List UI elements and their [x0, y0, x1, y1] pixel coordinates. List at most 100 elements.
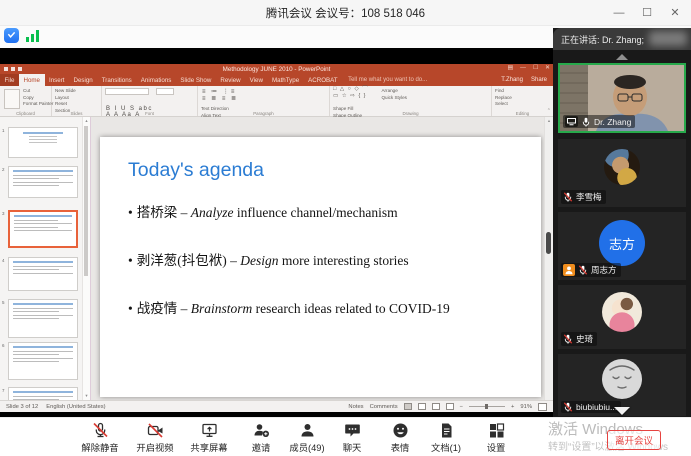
leave-meeting-button[interactable]: 离开会议	[607, 430, 661, 450]
current-slide[interactable]: Today's agenda • 搭桥梁 – Analyze influence …	[100, 137, 541, 397]
tab-mathtype[interactable]: MathType	[267, 74, 303, 86]
reset-button[interactable]: Reset	[55, 101, 101, 108]
shapes-gallery-2[interactable]: ▭ ☆ ⇨ { }	[330, 93, 374, 100]
slide-thumbnail-2[interactable]	[8, 166, 78, 198]
security-shield-icon[interactable]	[4, 28, 19, 43]
copy-button[interactable]: Copy	[23, 95, 51, 102]
slide-thumbnail-5[interactable]	[8, 299, 78, 338]
participant-tile-shi-qi[interactable]: 史琦	[558, 285, 686, 349]
scroll-down-icon[interactable]: ▾	[83, 393, 90, 399]
tab-insert[interactable]: Insert	[45, 74, 69, 86]
format-painter-button[interactable]: Format Painter	[23, 101, 53, 108]
list-buttons[interactable]: ≡ ≔ ⋮≡	[198, 86, 256, 95]
slide-thumbnail-6[interactable]	[8, 342, 78, 380]
participant-tile-li-xuemei[interactable]: 李雪梅	[558, 139, 686, 207]
normal-view-icon[interactable]	[403, 403, 412, 410]
thumbnail-scrollbar[interactable]: ▴ ▾	[82, 117, 90, 400]
scroll-up-icon[interactable]: ▴	[83, 118, 90, 124]
thumb-number: 6	[2, 343, 5, 348]
cut-button[interactable]: Cut	[23, 88, 51, 95]
mic-muted-icon	[92, 422, 108, 438]
language-indicator[interactable]: English (United States)	[46, 404, 105, 410]
share-screen-icon	[201, 423, 217, 437]
zoom-out-icon[interactable]: −	[460, 404, 463, 410]
participant-tile-dr-zhang[interactable]: Dr. Zhang	[558, 63, 686, 133]
start-video-button[interactable]: 开启视频	[125, 422, 185, 454]
comments-button[interactable]: Comments	[370, 404, 398, 410]
tencent-meeting-window: 腾讯会议 会议号：108 518 046 — ☐ ✕ Methodology J…	[0, 0, 691, 456]
ppt-account-name: T.Zhang	[501, 77, 523, 83]
slide-thumbnail-3-selected[interactable]	[8, 210, 78, 248]
new-slide-button[interactable]: New Slide	[55, 88, 101, 95]
mic-muted-icon	[578, 265, 588, 275]
slide-thumbnail-7[interactable]	[8, 387, 78, 400]
slide-scrollbar[interactable]: ▴	[544, 117, 553, 400]
network-signal-icon[interactable]	[25, 29, 41, 42]
fit-slide-icon[interactable]	[538, 402, 547, 411]
align-buttons[interactable]: ≡ ≣ ≡ ≣	[198, 95, 256, 102]
thumb-number: 1	[2, 128, 5, 133]
collapse-panel-icon[interactable]	[616, 54, 628, 60]
slide-thumbnail-1[interactable]	[8, 127, 78, 158]
slide-scrollbar-thumb[interactable]	[546, 232, 551, 254]
ppt-document-title: Methodology JUNE 2010 - PowerPoint	[222, 65, 331, 73]
reading-view-icon[interactable]	[431, 403, 440, 410]
zoom-slider-knob[interactable]	[485, 404, 488, 409]
slideshow-view-icon[interactable]	[445, 403, 454, 410]
blurred-logo	[649, 31, 687, 46]
font-name-input[interactable]	[105, 88, 149, 95]
tab-transitions[interactable]: Transitions	[97, 74, 136, 86]
quick-styles-button[interactable]: Quick Styles	[381, 95, 427, 102]
settings-button[interactable]: 设置	[466, 422, 526, 454]
font-size-input[interactable]	[156, 88, 175, 95]
expand-panel-icon[interactable]	[614, 407, 630, 415]
emoji-icon	[393, 423, 407, 438]
shapes-gallery[interactable]: □ △ ○ ◇ ⌒	[330, 86, 374, 93]
thumb-number: 4	[2, 258, 5, 263]
ppt-minimize-icon[interactable]: —	[520, 65, 526, 71]
close-icon[interactable]: ✕	[661, 0, 689, 25]
maximize-icon[interactable]: ☐	[633, 0, 661, 25]
ppt-maximize-icon[interactable]: ☐	[533, 65, 538, 71]
tab-review[interactable]: Review	[216, 74, 245, 86]
zoom-in-icon[interactable]: +	[511, 404, 514, 410]
find-button[interactable]: Find	[495, 88, 553, 95]
document-icon	[441, 423, 451, 438]
slide-title: Today's agenda	[128, 159, 264, 181]
tab-animations[interactable]: Animations	[136, 74, 176, 86]
unmute-button[interactable]: 解除静音	[70, 422, 130, 454]
scroll-up-icon[interactable]: ▴	[545, 118, 553, 124]
slide-sorter-view-icon[interactable]	[417, 403, 426, 410]
tab-view[interactable]: View	[245, 74, 267, 86]
thumb-number: 3	[2, 211, 5, 216]
slide-thumbnail-4[interactable]	[8, 257, 78, 291]
avatar: 志方	[599, 220, 645, 266]
collapse-ribbon-icon[interactable]: ⌃	[547, 108, 551, 114]
ppt-titlebar: Methodology JUNE 2010 - PowerPoint ▤ — ☐…	[0, 64, 553, 74]
minimize-icon[interactable]: —	[605, 0, 633, 25]
ppt-close-icon[interactable]: ✕	[545, 65, 550, 71]
ribbon-display-icon[interactable]: ▤	[508, 65, 513, 71]
zoom-level[interactable]: 91%	[520, 404, 532, 410]
participant-tile-zhou-zhifang[interactable]: 志方 周志方	[558, 212, 686, 280]
tab-slide-show[interactable]: Slide Show	[176, 74, 216, 86]
avatar	[604, 149, 640, 185]
tab-file[interactable]: File	[0, 74, 19, 86]
tab-home[interactable]: Home	[18, 74, 45, 86]
slide-thumbnail-panel: 1 2 3 4 5 6 7 ▴ ▾	[0, 117, 91, 400]
share-button[interactable]: Share	[531, 77, 547, 83]
replace-button[interactable]: Replace	[495, 95, 553, 102]
tab-design[interactable]: Design	[69, 74, 97, 86]
select-button[interactable]: Select	[495, 101, 553, 108]
tab-acrobat[interactable]: ACROBAT	[304, 74, 342, 86]
notes-button[interactable]: Notes	[348, 404, 363, 410]
layout-button[interactable]: Layout	[55, 95, 101, 102]
arrange-button[interactable]: Arrange	[381, 88, 427, 95]
share-screen-button[interactable]: 共享屏幕	[179, 422, 239, 454]
slide-canvas-area: Today's agenda • 搭桥梁 – Analyze influence …	[90, 117, 553, 400]
thumbnail-scrollbar-thumb[interactable]	[84, 126, 88, 276]
paste-button[interactable]	[4, 89, 20, 109]
window-controls: — ☐ ✕	[605, 0, 689, 25]
zoom-slider[interactable]	[469, 404, 505, 409]
tell-me-box[interactable]: Tell me what you want to do...	[348, 74, 427, 86]
